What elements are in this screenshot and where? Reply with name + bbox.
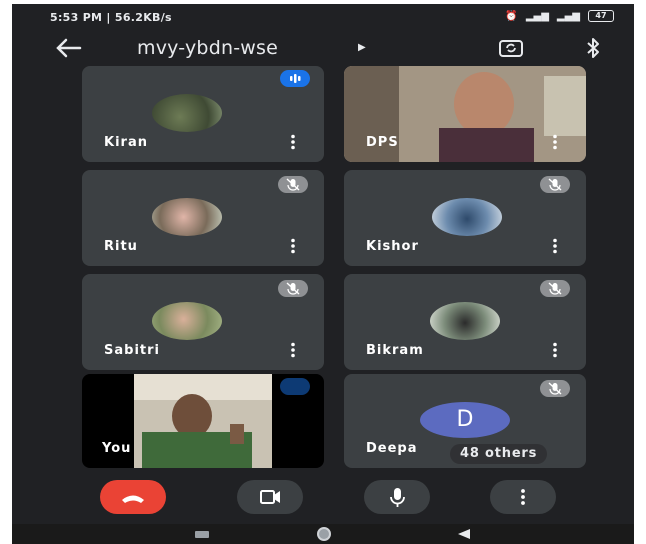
more-vert-icon[interactable] (290, 238, 296, 254)
end-call-button[interactable] (100, 480, 166, 514)
more-vert-icon[interactable] (552, 134, 558, 150)
battery-icon: 47 (588, 10, 614, 22)
audio-wave-icon (290, 74, 301, 83)
hang-up-icon (122, 495, 144, 503)
more-vert-icon[interactable] (290, 134, 296, 150)
avatar (152, 94, 222, 132)
recent-apps-icon[interactable] (195, 531, 209, 538)
participant-name: You (102, 441, 132, 456)
participant-name: Bikram (366, 343, 424, 358)
signal-icon-2: ▂▄▆ (556, 10, 580, 22)
caret-right-icon[interactable]: ▶ (358, 42, 366, 53)
avatar (152, 198, 222, 236)
avatar (430, 302, 500, 340)
meeting-title[interactable]: mvy-ybdn-wse (137, 37, 278, 59)
muted-indicator (278, 176, 308, 193)
more-vert-icon (521, 489, 525, 505)
mic-off-icon (548, 282, 562, 295)
muted-indicator (540, 380, 570, 397)
participant-name: DPS (366, 135, 399, 150)
nav-back-icon[interactable] (456, 528, 472, 540)
more-vert-icon[interactable] (290, 342, 296, 358)
avatar-initial: D (420, 402, 510, 438)
speaking-indicator (280, 70, 310, 87)
others-count[interactable]: 48 others (450, 444, 548, 464)
participant-tile-sabitri[interactable]: Sabitri (82, 274, 324, 370)
participant-tile-ritu[interactable]: Ritu (82, 170, 324, 266)
toggle-mic-button[interactable] (364, 480, 430, 514)
call-controls (12, 474, 634, 520)
mic-off-icon (286, 178, 300, 191)
participant-name: Kishor (366, 239, 419, 254)
participant-tile-dps[interactable]: DPS (344, 66, 586, 162)
signal-icon: ▂▄▆ (525, 10, 549, 22)
avatar (152, 302, 222, 340)
alarm-icon: ⏰ (505, 10, 518, 22)
participant-name: Ritu (104, 239, 138, 254)
participant-tile-bikram[interactable]: Bikram (344, 274, 586, 370)
muted-indicator (540, 280, 570, 297)
avatar (432, 198, 502, 236)
bluetooth-icon[interactable] (584, 36, 602, 60)
muted-indicator (540, 176, 570, 193)
video-feed (134, 374, 272, 468)
participant-name: Deepa (366, 441, 418, 456)
meet-screen: 5:53 PM | 56.2KB/s ⏰ ▂▄▆ ▂▄▆ 47 mvy-ybdn… (12, 4, 634, 544)
mic-off-icon (286, 282, 300, 295)
back-arrow-icon[interactable] (54, 36, 82, 60)
status-time: 5:53 PM | 56.2KB/s (50, 11, 172, 24)
mic-off-icon (548, 382, 562, 395)
status-icons: ⏰ ▂▄▆ ▂▄▆ 47 (505, 10, 614, 22)
toggle-video-button[interactable] (237, 480, 303, 514)
muted-indicator (278, 280, 308, 297)
top-bar: mvy-ybdn-wse ▶ (12, 30, 634, 66)
participant-tile-kiran[interactable]: Kiran (82, 66, 324, 162)
microphone-icon (390, 488, 405, 507)
system-nav-bar (12, 524, 634, 544)
mic-off-icon (548, 178, 562, 191)
more-options-button[interactable] (490, 480, 556, 514)
video-camera-icon (260, 490, 280, 504)
switch-camera-icon[interactable] (498, 36, 524, 60)
participant-tile-kishor[interactable]: Kishor (344, 170, 586, 266)
more-vert-icon[interactable] (552, 342, 558, 358)
speaking-indicator (280, 378, 310, 395)
home-icon[interactable] (317, 527, 331, 541)
participant-name: Kiran (104, 135, 148, 150)
status-bar: 5:53 PM | 56.2KB/s ⏰ ▂▄▆ ▂▄▆ 47 (12, 4, 634, 30)
participant-tile-you[interactable]: You (82, 374, 324, 468)
more-vert-icon[interactable] (552, 238, 558, 254)
participant-name: Sabitri (104, 343, 160, 358)
